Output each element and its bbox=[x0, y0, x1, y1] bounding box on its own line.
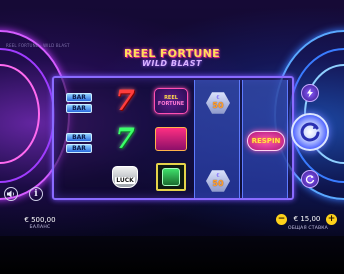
reels-frame: BAR BAR BAR BAR 7 7 LUCK REEL FORTUNE € … bbox=[52, 76, 294, 200]
seven-icon: 7 bbox=[115, 122, 135, 155]
respin-symbol: RESPIN bbox=[247, 124, 285, 158]
bonus-value: 50 bbox=[212, 101, 224, 110]
slot-machine-symbol bbox=[152, 160, 190, 194]
reel-column-1: BAR BAR BAR BAR bbox=[56, 80, 102, 198]
reel-fortune-logo-symbol: REEL FORTUNE bbox=[152, 84, 190, 118]
reel-column-5: RESPIN bbox=[242, 80, 288, 198]
slot-machine-screen bbox=[162, 168, 180, 186]
reel-column-3: REEL FORTUNE bbox=[148, 80, 194, 198]
info-button[interactable]: i bbox=[29, 187, 43, 201]
bonus-coin-symbol: € 50 bbox=[199, 164, 237, 198]
game-logo: REEL FORTUNE WILD BLAST bbox=[118, 48, 226, 70]
wild-slot-icon bbox=[155, 127, 187, 151]
bonus-hex-icon: € 50 bbox=[206, 170, 230, 192]
bar-chip: BAR bbox=[66, 104, 92, 113]
slot-machine-icon bbox=[156, 163, 186, 191]
luck-label: LUCK bbox=[115, 177, 135, 184]
bar-symbol: BAR BAR bbox=[60, 86, 98, 120]
bar-chip: BAR bbox=[66, 93, 92, 102]
sound-button[interactable] bbox=[4, 187, 18, 201]
luck-symbol: LUCK bbox=[106, 160, 144, 194]
green-seven-symbol: 7 bbox=[106, 122, 144, 156]
bonus-value: 50 bbox=[212, 179, 224, 188]
wild-slot-symbol bbox=[152, 122, 190, 156]
autoplay-button[interactable] bbox=[301, 170, 319, 188]
speaker-icon bbox=[7, 190, 14, 198]
bar-chip: BAR bbox=[66, 133, 92, 142]
autoplay-icon bbox=[305, 175, 315, 184]
spin-button[interactable] bbox=[291, 113, 329, 151]
increase-bet-button[interactable]: + bbox=[326, 214, 337, 225]
seven-icon: 7 bbox=[115, 84, 135, 117]
bar-chip: BAR bbox=[66, 144, 92, 153]
decrease-bet-button[interactable]: − bbox=[276, 214, 287, 225]
floor-shadow bbox=[0, 236, 344, 274]
balance-display: € 500,00 БАЛАНС bbox=[22, 216, 58, 231]
game-stage: REEL FORTUNE - WILD BLAST REEL FORTUNE W… bbox=[0, 0, 344, 274]
reel-column-2: 7 7 LUCK bbox=[102, 80, 148, 198]
logo-line-1: REEL FORTUNE bbox=[124, 47, 220, 60]
bet-label: ОБЩАЯ СТАВКА bbox=[288, 226, 328, 231]
game-title-small: REEL FORTUNE - WILD BLAST bbox=[6, 43, 70, 48]
bonus-coin-symbol: € 50 bbox=[199, 86, 237, 120]
reel-fortune-logo-icon: REEL FORTUNE bbox=[154, 88, 188, 114]
bet-control: − € 15,00 + ОБЩАЯ СТАВКА bbox=[276, 214, 342, 234]
lightning-icon bbox=[307, 88, 313, 98]
bar-symbol: BAR BAR bbox=[60, 126, 98, 160]
spin-arrows-icon bbox=[300, 122, 320, 142]
red-seven-symbol: 7 bbox=[106, 84, 144, 118]
bonus-hex-icon: € 50 bbox=[206, 92, 230, 114]
luck-horseshoe-icon: LUCK bbox=[112, 166, 138, 188]
balance-label: БАЛАНС bbox=[29, 225, 51, 230]
balance-value: € 500,00 bbox=[24, 216, 56, 224]
logo-line-2: WILD BLAST bbox=[142, 59, 202, 68]
respin-badge: RESPIN bbox=[247, 131, 285, 151]
reel-column-4: € 50 € 50 bbox=[194, 80, 240, 198]
bet-value: € 15,00 bbox=[293, 215, 321, 223]
speed-button[interactable] bbox=[301, 84, 319, 102]
rf-logo-line-2: FORTUNE bbox=[157, 101, 185, 107]
